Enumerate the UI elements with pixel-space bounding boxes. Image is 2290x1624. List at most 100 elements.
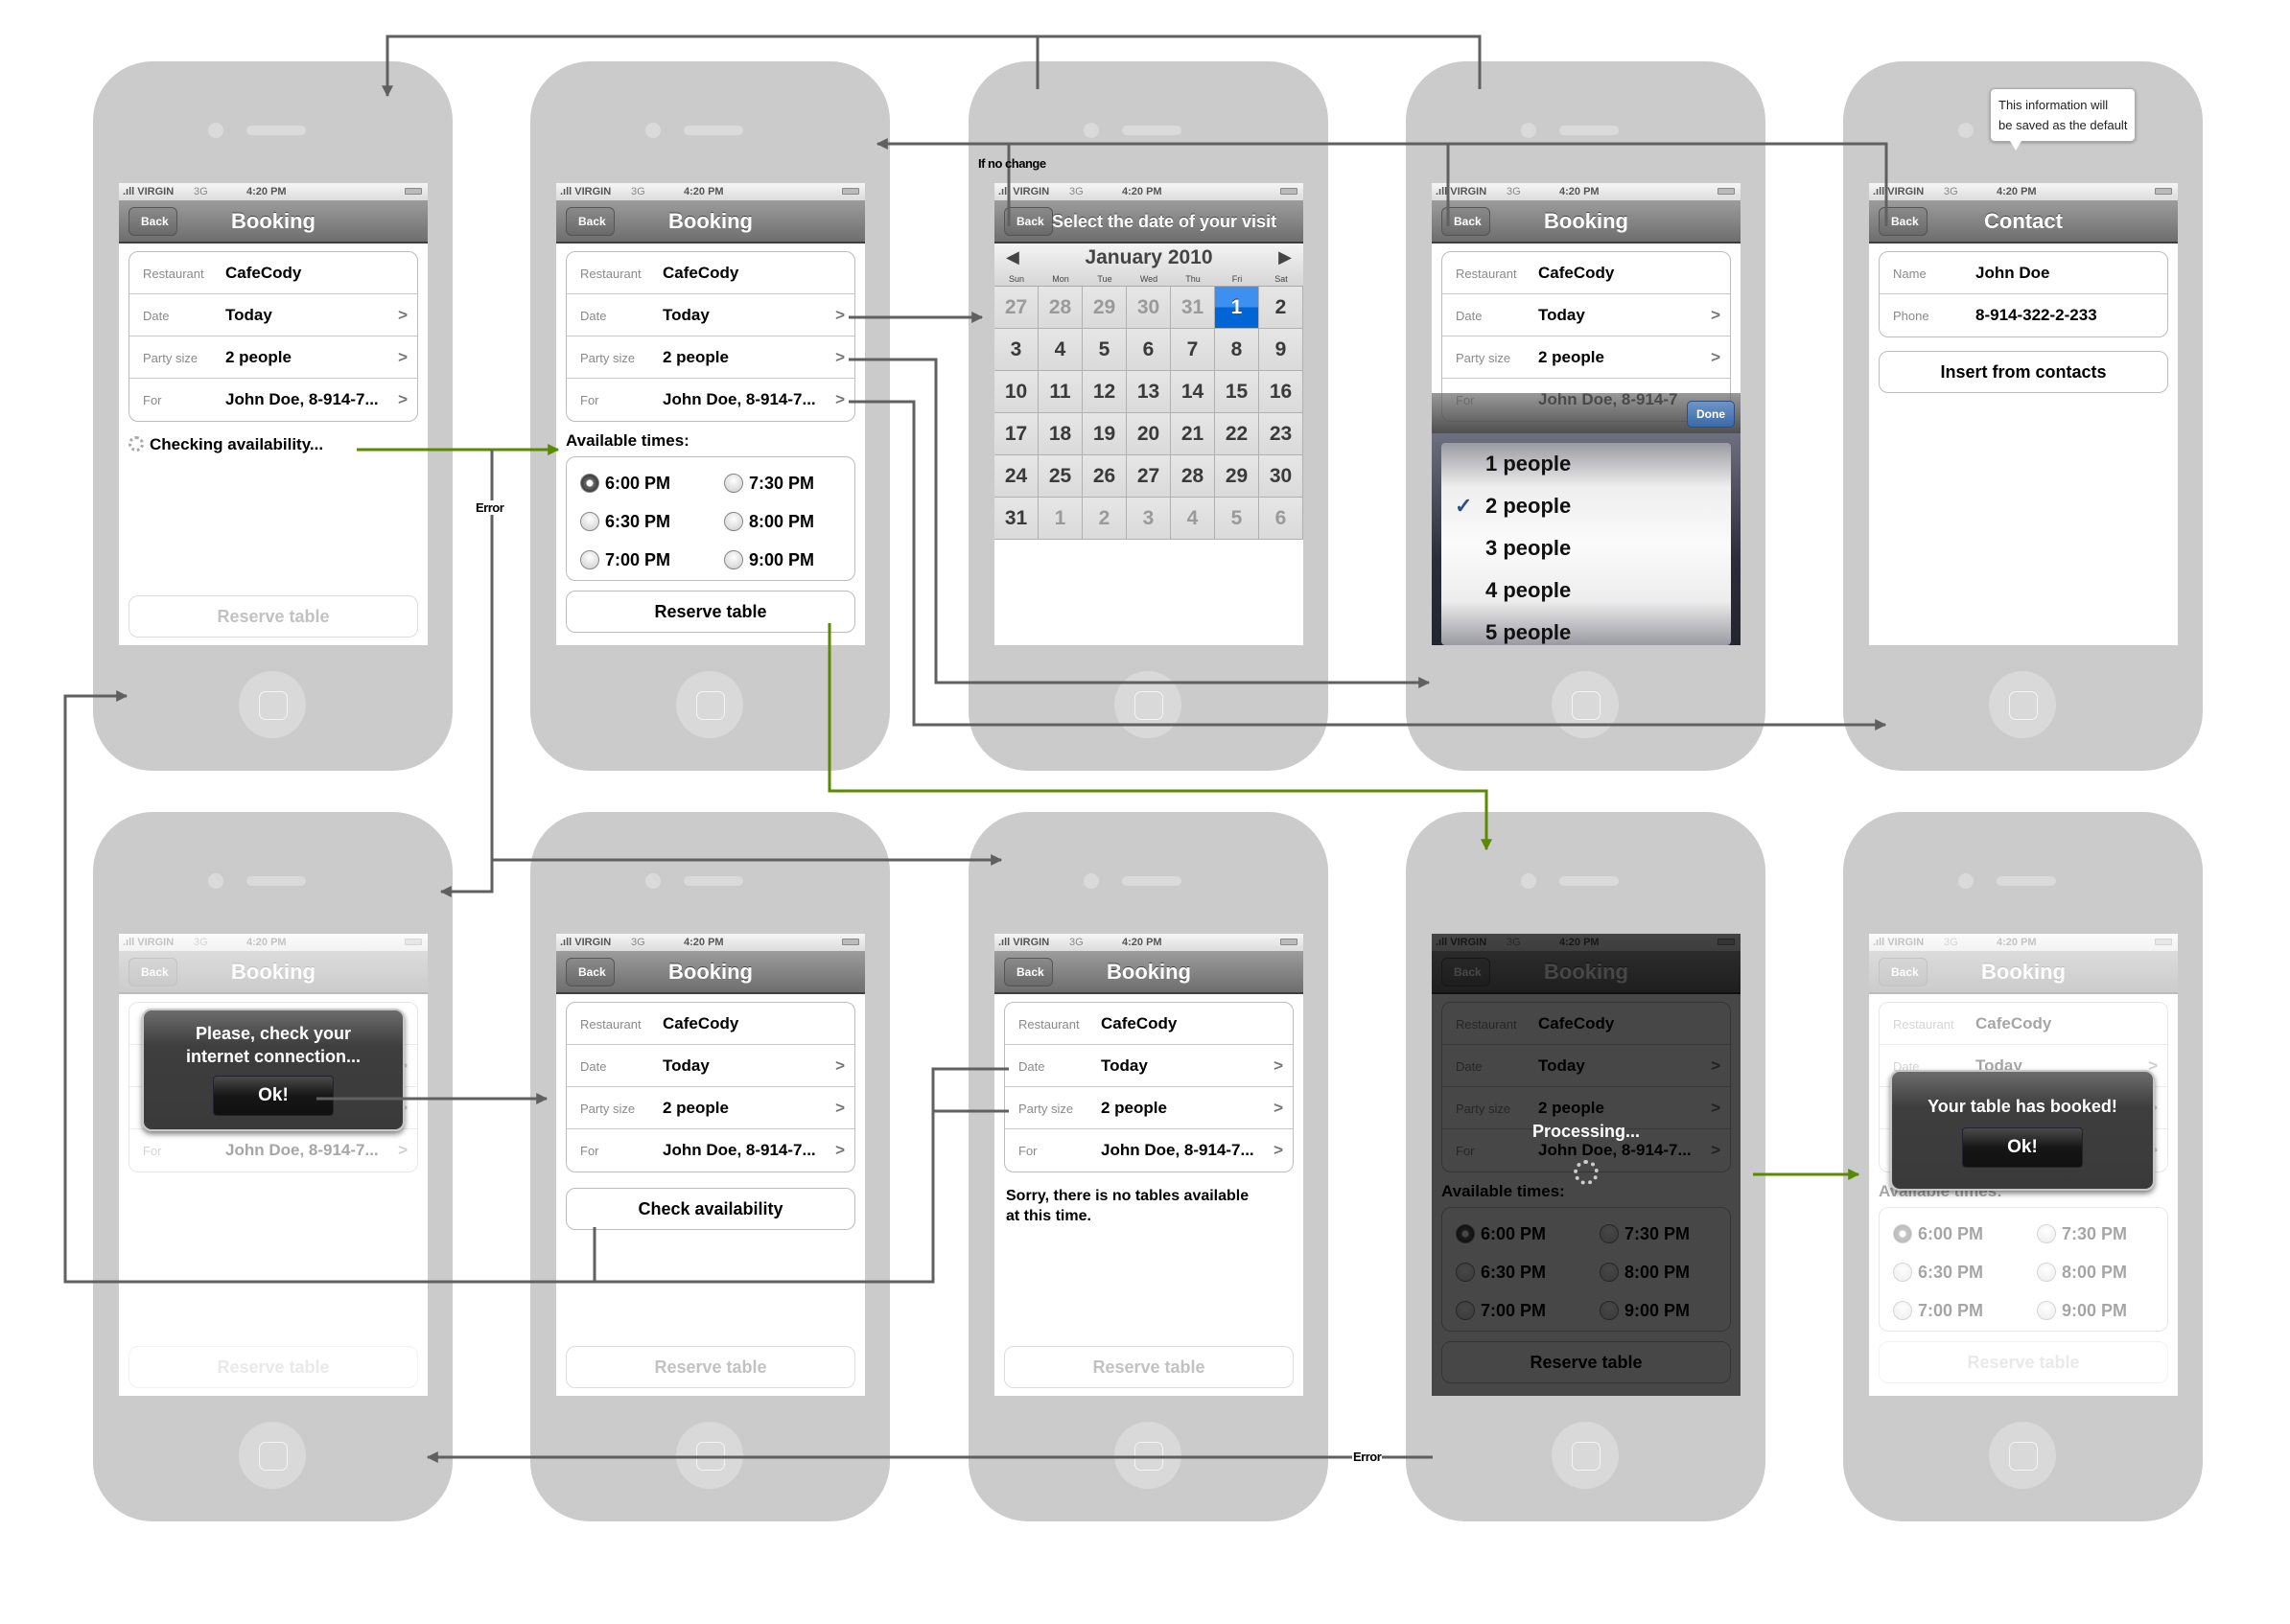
name-field[interactable]: John Doe <box>1975 264 2049 283</box>
picker-option[interactable]: 1 people <box>1441 443 1731 485</box>
calendar-day[interactable]: 30 <box>1127 287 1171 329</box>
home-button[interactable] <box>1552 671 1619 738</box>
calendar-day[interactable]: 19 <box>1083 413 1127 455</box>
calendar-day[interactable]: 30 <box>1259 455 1303 498</box>
row-for[interactable]: For John Doe, 8-914-7... > <box>567 379 854 421</box>
radio-icon[interactable] <box>724 550 743 569</box>
phone-field[interactable]: 8-914-322-2-233 <box>1975 306 2097 325</box>
row-for[interactable]: For John Doe, 8-914-7... > <box>1005 1129 1293 1172</box>
time-option[interactable]: 7:00 PM <box>1880 1290 2023 1329</box>
calendar-day-selected[interactable]: 1 <box>1215 287 1259 329</box>
home-button[interactable] <box>676 1422 743 1489</box>
time-option[interactable]: 6:00 PM <box>567 463 711 501</box>
calendar-day[interactable]: 17 <box>994 413 1039 455</box>
reserve-table-button[interactable]: Reserve table <box>129 1346 418 1388</box>
row-party-size[interactable]: Party size 2 people > <box>567 336 854 379</box>
radio-selected-icon[interactable] <box>580 474 599 493</box>
picker-option-selected[interactable]: ✓ 2 people <box>1441 485 1731 527</box>
calendar-day[interactable]: 16 <box>1259 371 1303 413</box>
calendar-day[interactable]: 4 <box>1171 498 1215 540</box>
calendar-day[interactable]: 28 <box>1171 455 1215 498</box>
insert-from-contacts-button[interactable]: Insert from contacts <box>1879 351 2168 393</box>
calendar-day[interactable]: 7 <box>1171 329 1215 371</box>
calendar-day[interactable]: 28 <box>1039 287 1083 329</box>
radio-icon[interactable] <box>580 512 599 531</box>
done-button[interactable]: Done <box>1687 401 1735 428</box>
calendar-day[interactable]: 29 <box>1083 287 1127 329</box>
calendar-day[interactable]: 24 <box>994 455 1039 498</box>
calendar-day[interactable]: 22 <box>1215 413 1259 455</box>
home-button[interactable] <box>1989 1422 2056 1489</box>
calendar-day[interactable]: 6 <box>1127 329 1171 371</box>
row-party-size[interactable]: Party size 2 people > <box>129 336 417 379</box>
row-date[interactable]: Date Today > <box>1442 294 1730 336</box>
check-availability-button[interactable]: Check availability <box>566 1188 855 1230</box>
calendar-day[interactable]: 13 <box>1127 371 1171 413</box>
radio-icon[interactable] <box>1893 1263 1912 1282</box>
time-option[interactable]: 9:00 PM <box>2023 1290 2167 1329</box>
time-option[interactable]: 6:30 PM <box>567 501 711 540</box>
calendar-day[interactable]: 18 <box>1039 413 1083 455</box>
calendar-day[interactable]: 21 <box>1171 413 1215 455</box>
time-option[interactable]: 6:30 PM <box>1880 1252 2023 1290</box>
picker-option[interactable]: 4 people <box>1441 569 1731 612</box>
row-date[interactable]: Date Today > <box>129 294 417 336</box>
radio-icon[interactable] <box>2037 1224 2056 1243</box>
radio-icon[interactable] <box>2037 1301 2056 1320</box>
home-button[interactable] <box>1114 671 1181 738</box>
calendar-day[interactable]: 8 <box>1215 329 1259 371</box>
calendar-day[interactable]: 23 <box>1259 413 1303 455</box>
calendar-day[interactable]: 12 <box>1083 371 1127 413</box>
calendar-day[interactable]: 5 <box>1083 329 1127 371</box>
reserve-table-button[interactable]: Reserve table <box>566 1346 855 1388</box>
home-button[interactable] <box>239 671 306 738</box>
row-for[interactable]: For John Doe, 8-914-7... > <box>129 1129 417 1172</box>
time-option[interactable]: 7:00 PM <box>567 540 711 578</box>
row-name[interactable]: Name John Doe <box>1880 252 2167 294</box>
calendar-day[interactable]: 26 <box>1083 455 1127 498</box>
radio-icon[interactable] <box>580 550 599 569</box>
home-button[interactable] <box>676 671 743 738</box>
next-month-icon[interactable]: ▶ <box>1278 247 1292 267</box>
calendar-day[interactable]: 4 <box>1039 329 1083 371</box>
reserve-table-button[interactable]: Reserve table <box>566 591 855 633</box>
time-option[interactable]: 9:00 PM <box>711 540 854 578</box>
home-button[interactable] <box>1114 1422 1181 1489</box>
radio-selected-icon[interactable] <box>1893 1224 1912 1243</box>
row-party-size[interactable]: Party size 2 people > <box>1005 1087 1293 1129</box>
calendar-day[interactable]: 3 <box>1127 498 1171 540</box>
calendar-day[interactable]: 5 <box>1215 498 1259 540</box>
row-party-size[interactable]: Party size 2 people > <box>1442 336 1730 379</box>
calendar-day[interactable]: 9 <box>1259 329 1303 371</box>
calendar-day[interactable]: 31 <box>1171 287 1215 329</box>
calendar-day[interactable]: 14 <box>1171 371 1215 413</box>
calendar-day[interactable]: 11 <box>1039 371 1083 413</box>
calendar-day[interactable]: 15 <box>1215 371 1259 413</box>
calendar-day[interactable]: 20 <box>1127 413 1171 455</box>
picker-option[interactable]: 3 people <box>1441 527 1731 569</box>
time-option[interactable]: 6:00 PM <box>1880 1214 2023 1252</box>
time-option[interactable]: 8:00 PM <box>2023 1252 2167 1290</box>
calendar-day[interactable]: 25 <box>1039 455 1083 498</box>
radio-icon[interactable] <box>724 474 743 493</box>
home-button[interactable] <box>1989 671 2056 738</box>
picker-wheel[interactable]: 1 people ✓ 2 people 3 people 4 people 5 p… <box>1441 443 1731 645</box>
calendar-day[interactable]: 1 <box>1039 498 1083 540</box>
picker-option[interactable]: 5 people <box>1441 612 1731 645</box>
party-size-picker[interactable]: 1 people ✓ 2 people 3 people 4 people 5 p… <box>1432 433 1741 645</box>
time-option[interactable]: 7:30 PM <box>2023 1214 2167 1252</box>
row-date[interactable]: Date Today > <box>567 294 854 336</box>
radio-icon[interactable] <box>724 512 743 531</box>
calendar-day[interactable]: 27 <box>994 287 1039 329</box>
radio-icon[interactable] <box>1893 1301 1912 1320</box>
home-button[interactable] <box>1552 1422 1619 1489</box>
calendar-day[interactable]: 27 <box>1127 455 1171 498</box>
reserve-table-button[interactable]: Reserve table <box>1004 1346 1294 1388</box>
row-for[interactable]: For John Doe, 8-914-7... > <box>567 1129 854 1172</box>
row-party-size[interactable]: Party size 2 people > <box>567 1087 854 1129</box>
row-phone[interactable]: Phone 8-914-322-2-233 <box>1880 294 2167 336</box>
time-option[interactable]: 8:00 PM <box>711 501 854 540</box>
ok-button[interactable]: Ok! <box>213 1076 334 1116</box>
calendar-day[interactable]: 2 <box>1259 287 1303 329</box>
reserve-table-button[interactable]: Reserve table <box>1879 1341 2168 1383</box>
